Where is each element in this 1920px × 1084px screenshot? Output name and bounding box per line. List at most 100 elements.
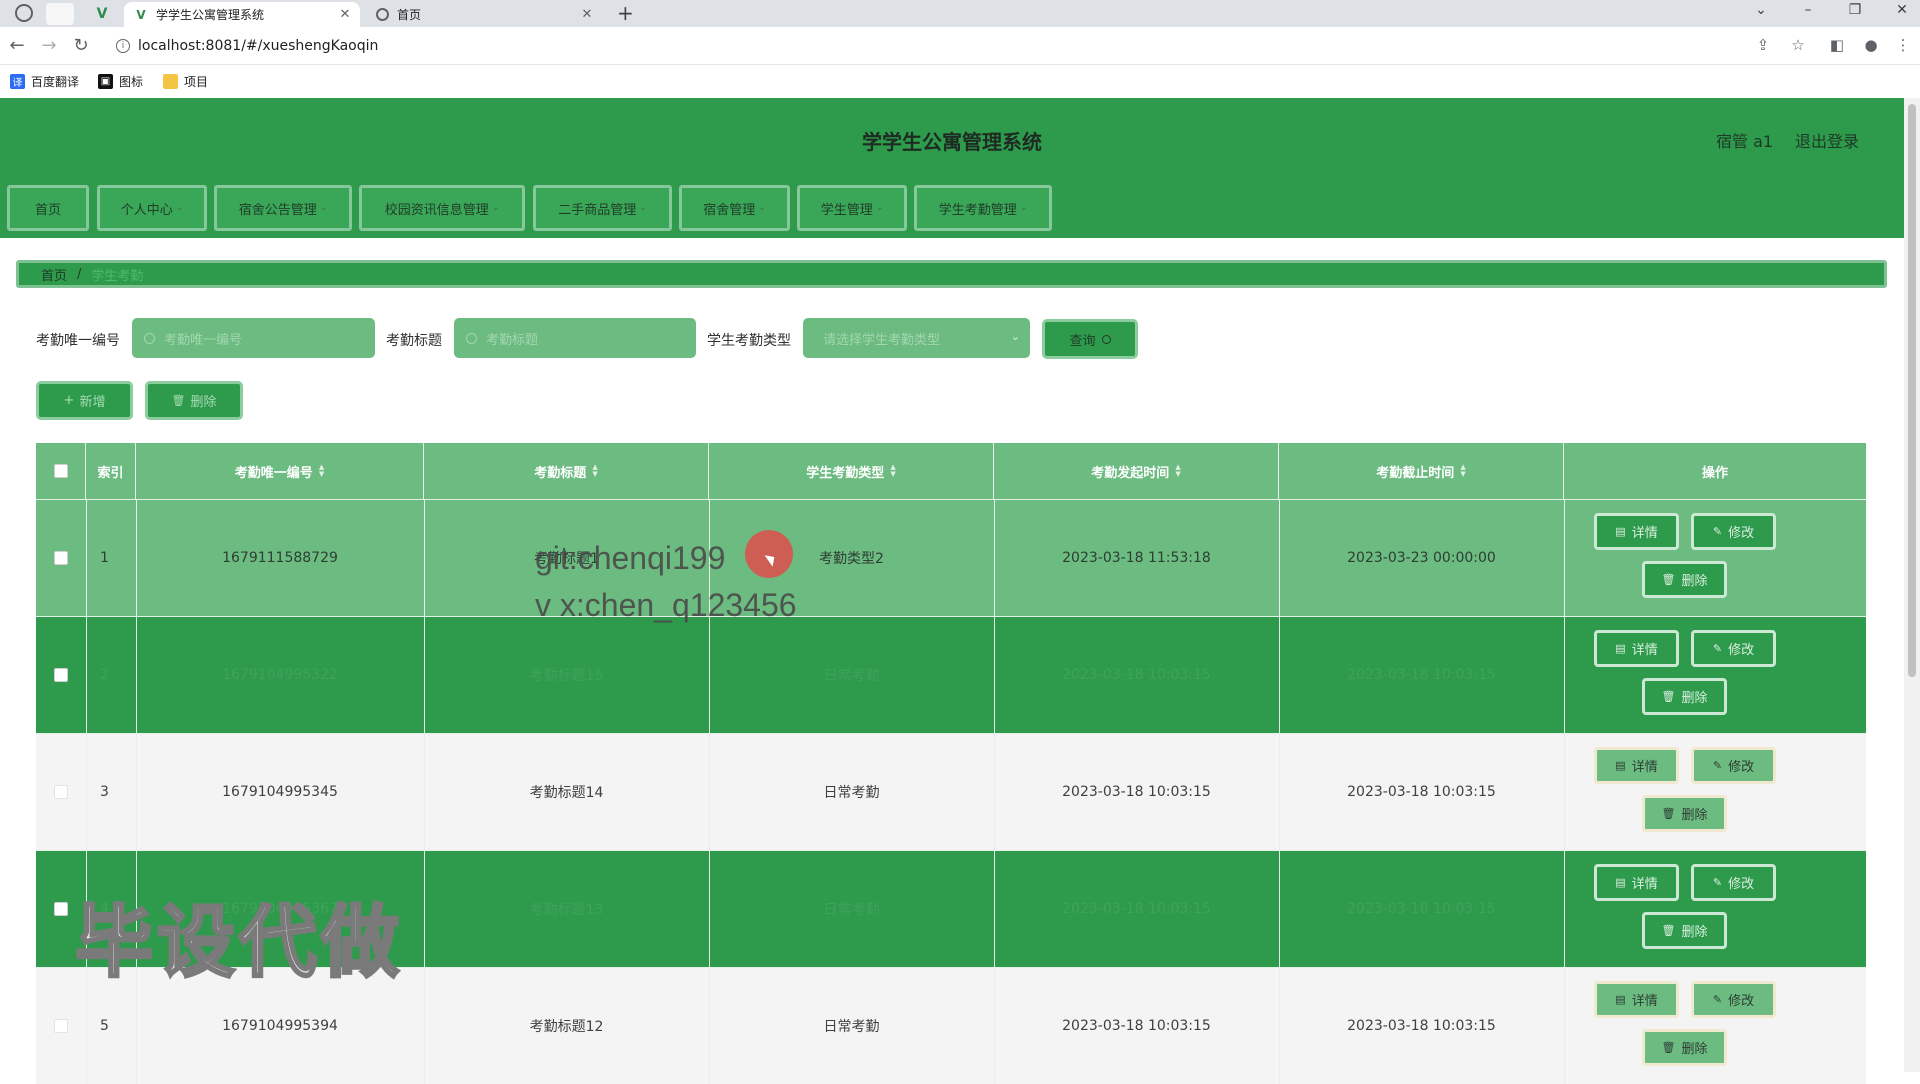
new-tab-icon[interactable]: + [617,1,634,25]
menu-item-home[interactable]: 首页 [7,185,89,231]
select-all-cell [36,443,86,499]
edit-button[interactable]: ✎ 修改 [1691,630,1776,667]
row-checkbox[interactable] [54,901,68,916]
sort-icon[interactable]: ▲ ▼ [1460,464,1465,478]
attendance-type-select[interactable]: 请选择学生考勤类型 ⌄ [803,318,1030,358]
bookmark-item[interactable]: 项目 [163,73,208,90]
tab-home[interactable]: 首页 ✕ [366,2,602,27]
menu-item-student[interactable]: 学生管理 ⌄ [797,185,907,231]
pencil-icon: ✎ [1712,876,1723,889]
sort-icon[interactable]: ▲ ▼ [319,464,324,478]
cell-start: 2023-03-18 10:03:15 [1062,1017,1211,1034]
menu-item-dorm[interactable]: 宿舍管理 ⌄ [679,185,790,231]
bookmark-item[interactable]: ▣ 图标 [98,73,143,90]
url-field[interactable]: i localhost:8081/#/xueshengKaoqin [104,31,1764,61]
row-checkbox[interactable] [54,550,68,565]
search-icon [466,332,477,344]
close-icon[interactable]: ✕ [336,7,354,22]
sort-icon[interactable]: ▲ ▼ [592,464,597,478]
pinned-tab[interactable] [46,3,74,25]
address-bar: ← → ↻ i localhost:8081/#/xueshengKaoqin … [0,27,1920,65]
column-divider [709,850,710,967]
breadcrumb-home[interactable]: 首页 [41,265,67,284]
row-checkbox[interactable] [54,1018,68,1033]
document-icon: ▤ [1615,876,1626,889]
col-title[interactable]: 考勤标题 ▲ ▼ [424,443,709,499]
row-checkbox[interactable] [54,784,68,799]
chevron-down-icon: ⌄ [319,203,328,213]
menu-item-news[interactable]: 校园资讯信息管理 ⌄ [359,185,525,231]
query-button[interactable]: 查询 [1042,319,1138,359]
column-divider [136,616,137,733]
share-icon[interactable]: ⇪ [1752,36,1774,54]
restore-icon[interactable]: ❐ [1840,2,1870,18]
delete-button[interactable]: 🗑 删除 [1642,678,1727,715]
reload-icon[interactable]: ↻ [70,35,92,56]
cell-index: 1 [100,549,109,566]
vue-icon[interactable]: V [88,3,116,25]
menu-item-secondhand[interactable]: 二手商品管理 ⌄ [533,185,672,231]
search-input-id[interactable]: 考勤唯一编号 [132,318,375,358]
star-icon[interactable]: ☆ [1787,36,1809,54]
cell-id: 1679104995345 [222,783,338,800]
delete-button[interactable]: 🗑 删除 [1642,1029,1727,1066]
scrollbar-thumb[interactable] [1908,104,1916,677]
edit-button[interactable]: ✎ 修改 [1691,513,1776,550]
detail-button[interactable]: ▤ 详情 [1594,981,1679,1018]
back-icon[interactable]: ← [6,35,28,56]
column-divider [1564,733,1565,850]
search-label-id: 考勤唯一编号 [36,333,120,349]
menu-item-profile[interactable]: 个人中心 ⌄ [97,185,207,231]
minimize-icon[interactable]: – [1793,2,1823,18]
forward-icon[interactable]: → [38,35,60,56]
sort-icon[interactable]: ▲ ▼ [890,464,895,478]
column-divider [1279,733,1280,850]
column-divider [1279,967,1280,1084]
trash-icon: 🗑 [1661,1041,1676,1054]
close-icon[interactable]: ✕ [578,7,596,22]
menu-item-notice[interactable]: 宿舍公告管理 ⌄ [214,185,352,231]
detail-button[interactable]: ▤ 详情 [1594,747,1679,784]
delete-button[interactable]: 🗑 删除 [1642,561,1727,598]
batch-delete-button[interactable]: 🗑 删除 [145,381,243,420]
column-divider [136,499,137,616]
trash-icon: 🗑 [1661,807,1676,820]
tab-active[interactable]: V 学学生公寓管理系统 ✕ [124,2,360,27]
sidepanel-icon[interactable]: ◧ [1826,36,1848,54]
app-header: 学学生公寓管理系统 宿管 a1 退出登录 [0,98,1904,178]
close-window-icon[interactable]: ✕ [1887,2,1917,18]
folder-icon [163,74,178,89]
col-start[interactable]: 考勤发起时间 ▲ ▼ [994,443,1279,499]
bookmark-item[interactable]: 译 百度翻译 [10,73,79,90]
delete-button[interactable]: 🗑 删除 [1642,912,1727,949]
detail-button[interactable]: ▤ 详情 [1594,630,1679,667]
cell-index: 3 [100,783,109,800]
edit-button[interactable]: ✎ 修改 [1691,864,1776,901]
delete-button[interactable]: 🗑 删除 [1642,795,1727,832]
info-icon[interactable]: i [116,39,130,53]
profile-icon[interactable]: ● [1860,36,1882,54]
globe-icon[interactable] [15,4,33,22]
edit-button[interactable]: ✎ 修改 [1691,747,1776,784]
edit-button[interactable]: ✎ 修改 [1691,981,1776,1018]
col-id[interactable]: 考勤唯一编号 ▲ ▼ [136,443,424,499]
menu-item-attendance[interactable]: 学生考勤管理 ⌄ [914,185,1052,231]
cell-title: 考勤标题14 [529,784,604,801]
cell-end: 2023-03-18 10:03:15 [1347,1017,1496,1034]
watermark: 毕设代做 [73,897,404,990]
document-icon: ▤ [1615,525,1626,538]
detail-button[interactable]: ▤ 详情 [1594,864,1679,901]
more-icon[interactable]: ⋮ [1892,36,1914,54]
row-checkbox[interactable] [54,667,68,682]
col-type[interactable]: 学生考勤类型 ▲ ▼ [709,443,994,499]
col-end[interactable]: 考勤截止时间 ▲ ▼ [1279,443,1564,499]
search-input-title[interactable]: 考勤标题 [454,318,696,358]
sort-icon[interactable]: ▲ ▼ [1175,464,1180,478]
tab-search-icon[interactable]: ⌄ [1746,2,1776,18]
detail-button[interactable]: ▤ 详情 [1594,513,1679,550]
add-button[interactable]: + 新增 [36,381,133,420]
vue-icon: V [136,7,146,22]
cell-end: 2023-03-18 10:03:15 [1347,666,1496,683]
logout-link[interactable]: 退出登录 [1795,128,1859,152]
select-all-checkbox[interactable] [53,464,68,478]
